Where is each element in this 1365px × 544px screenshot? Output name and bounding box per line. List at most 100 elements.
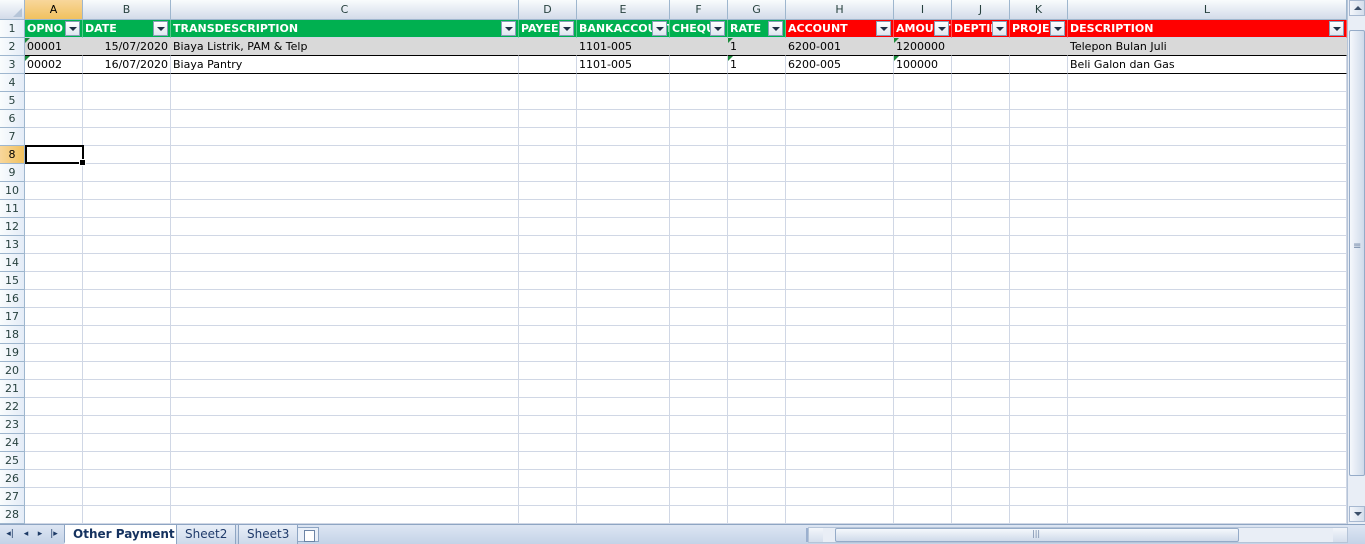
cell-b22[interactable]: [83, 398, 171, 416]
cell-i24[interactable]: [894, 434, 952, 452]
cell-i25[interactable]: [894, 452, 952, 470]
cell-k16[interactable]: [1010, 290, 1068, 308]
cell-e19[interactable]: [577, 344, 670, 362]
cell-d13[interactable]: [519, 236, 577, 254]
cell-f16[interactable]: [670, 290, 728, 308]
filter-dropdown-icon[interactable]: [876, 21, 891, 36]
cell-f26[interactable]: [670, 470, 728, 488]
cell-g2[interactable]: 1: [728, 38, 786, 56]
filter-dropdown-icon[interactable]: [153, 21, 168, 36]
cell-f22[interactable]: [670, 398, 728, 416]
cell-l8[interactable]: [1068, 146, 1347, 164]
cell-b17[interactable]: [83, 308, 171, 326]
cell-j23[interactable]: [952, 416, 1010, 434]
cell-f12[interactable]: [670, 218, 728, 236]
cell-d8[interactable]: [519, 146, 577, 164]
cell-j24[interactable]: [952, 434, 1010, 452]
cell-a16[interactable]: [25, 290, 83, 308]
cell-d12[interactable]: [519, 218, 577, 236]
cell-l27[interactable]: [1068, 488, 1347, 506]
cell-g16[interactable]: [728, 290, 786, 308]
cell-j14[interactable]: [952, 254, 1010, 272]
cell-c21[interactable]: [171, 380, 519, 398]
cell-b13[interactable]: [83, 236, 171, 254]
cell-f11[interactable]: [670, 200, 728, 218]
cell-g25[interactable]: [728, 452, 786, 470]
column-header-i[interactable]: I: [894, 0, 952, 20]
cell-l6[interactable]: [1068, 110, 1347, 128]
cell-j19[interactable]: [952, 344, 1010, 362]
cell-a25[interactable]: [25, 452, 83, 470]
cell-j5[interactable]: [952, 92, 1010, 110]
cell-c23[interactable]: [171, 416, 519, 434]
cell-g22[interactable]: [728, 398, 786, 416]
cell-d11[interactable]: [519, 200, 577, 218]
cell-c12[interactable]: [171, 218, 519, 236]
filter-dropdown-icon[interactable]: [934, 21, 949, 36]
cell-b21[interactable]: [83, 380, 171, 398]
cell-l16[interactable]: [1068, 290, 1347, 308]
cell-i6[interactable]: [894, 110, 952, 128]
cell-k25[interactable]: [1010, 452, 1068, 470]
cell-j16[interactable]: [952, 290, 1010, 308]
cell-a18[interactable]: [25, 326, 83, 344]
cell-h15[interactable]: [786, 272, 894, 290]
cell-b3[interactable]: 16/07/2020: [83, 56, 171, 74]
cell-d24[interactable]: [519, 434, 577, 452]
cell-i13[interactable]: [894, 236, 952, 254]
cell-k2[interactable]: [1010, 38, 1068, 56]
cell-b23[interactable]: [83, 416, 171, 434]
cell-l12[interactable]: [1068, 218, 1347, 236]
cell-e20[interactable]: [577, 362, 670, 380]
cell-e9[interactable]: [577, 164, 670, 182]
cell-b26[interactable]: [83, 470, 171, 488]
cell-h11[interactable]: [786, 200, 894, 218]
table-header-b[interactable]: DATE: [83, 20, 171, 38]
table-header-k[interactable]: PROJECT: [1010, 20, 1068, 38]
cell-b19[interactable]: [83, 344, 171, 362]
cell-h21[interactable]: [786, 380, 894, 398]
table-header-e[interactable]: BANKACCOUNT: [577, 20, 670, 38]
cell-g6[interactable]: [728, 110, 786, 128]
first-sheet-icon[interactable]: ◂|: [4, 528, 16, 541]
cell-f2[interactable]: [670, 38, 728, 56]
cell-g3[interactable]: 1: [728, 56, 786, 74]
cell-h6[interactable]: [786, 110, 894, 128]
cell-j4[interactable]: [952, 74, 1010, 92]
cell-b28[interactable]: [83, 506, 171, 524]
cell-j18[interactable]: [952, 326, 1010, 344]
cell-f24[interactable]: [670, 434, 728, 452]
cell-l21[interactable]: [1068, 380, 1347, 398]
column-header-d[interactable]: D: [519, 0, 577, 20]
cell-h25[interactable]: [786, 452, 894, 470]
cell-k22[interactable]: [1010, 398, 1068, 416]
cell-k19[interactable]: [1010, 344, 1068, 362]
cell-b20[interactable]: [83, 362, 171, 380]
cell-g7[interactable]: [728, 128, 786, 146]
cell-c20[interactable]: [171, 362, 519, 380]
cell-d17[interactable]: [519, 308, 577, 326]
cell-c14[interactable]: [171, 254, 519, 272]
cell-e14[interactable]: [577, 254, 670, 272]
cell-a2[interactable]: 00001: [25, 38, 83, 56]
cell-a14[interactable]: [25, 254, 83, 272]
cell-g15[interactable]: [728, 272, 786, 290]
cell-g17[interactable]: [728, 308, 786, 326]
cell-g26[interactable]: [728, 470, 786, 488]
cell-c16[interactable]: [171, 290, 519, 308]
cell-d16[interactable]: [519, 290, 577, 308]
cell-k13[interactable]: [1010, 236, 1068, 254]
cell-k6[interactable]: [1010, 110, 1068, 128]
cell-g5[interactable]: [728, 92, 786, 110]
cell-g24[interactable]: [728, 434, 786, 452]
cell-h3[interactable]: 6200-005: [786, 56, 894, 74]
cell-k9[interactable]: [1010, 164, 1068, 182]
next-sheet-icon[interactable]: ▸: [34, 528, 46, 541]
column-header-b[interactable]: B: [83, 0, 171, 20]
cell-g4[interactable]: [728, 74, 786, 92]
cell-i10[interactable]: [894, 182, 952, 200]
cell-c2[interactable]: Biaya Listrik, PAM & Telp: [171, 38, 519, 56]
cell-k28[interactable]: [1010, 506, 1068, 524]
cell-b12[interactable]: [83, 218, 171, 236]
cell-f28[interactable]: [670, 506, 728, 524]
